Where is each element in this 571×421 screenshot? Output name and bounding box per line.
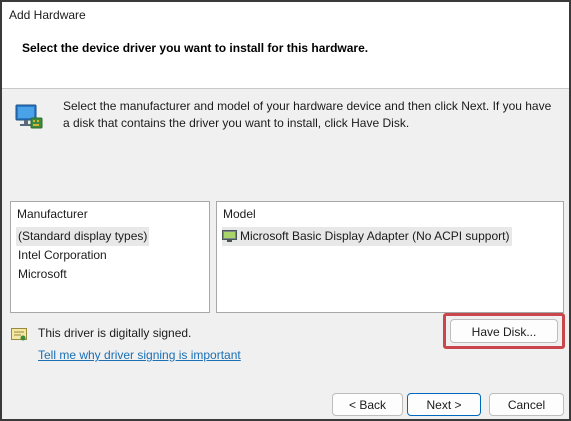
manufacturer-items: (Standard display types) Intel Corporati…: [16, 227, 150, 284]
instruction-text: Select the manufacturer and model of you…: [63, 99, 552, 130]
manufacturer-header: Manufacturer: [17, 207, 88, 221]
have-disk-button[interactable]: Have Disk...: [450, 319, 558, 343]
wizard-header: Select the device driver you want to ins…: [2, 30, 569, 89]
model-item-label: Microsoft Basic Display Adapter (No ACPI…: [240, 229, 510, 243]
signed-driver-icon: [11, 328, 27, 341]
window-title: Add Hardware: [9, 8, 86, 22]
manufacturer-item-label: Intel Corporation: [18, 248, 107, 262]
list-item[interactable]: Intel Corporation: [16, 246, 149, 265]
driver-signing-link[interactable]: Tell me why driver signing is important: [38, 348, 241, 362]
manufacturer-item-label: Microsoft: [18, 267, 67, 281]
model-listbox[interactable]: Model Microsoft Basic Display Adapter (N…: [216, 201, 564, 313]
list-item[interactable]: Microsoft Basic Display Adapter (No ACPI…: [222, 227, 513, 246]
list-item[interactable]: (Standard display types): [16, 227, 150, 246]
driver-signed-text: This driver is digitally signed.: [38, 326, 192, 340]
manufacturer-item-label: (Standard display types): [18, 229, 148, 243]
manufacturer-listbox[interactable]: Manufacturer (Standard display types) In…: [10, 201, 210, 313]
back-button[interactable]: < Back: [332, 393, 403, 416]
add-hardware-dialog: Add Hardware Select the device driver yo…: [0, 0, 571, 421]
next-button[interactable]: Next >: [407, 393, 481, 416]
hardware-monitor-icon: [15, 104, 43, 129]
cancel-button[interactable]: Cancel: [489, 393, 564, 416]
header-heading: Select the device driver you want to ins…: [22, 41, 369, 55]
model-header: Model: [223, 207, 256, 221]
title-bar: Add Hardware: [2, 2, 569, 30]
list-item[interactable]: Microsoft: [16, 265, 149, 284]
display-adapter-icon: [222, 230, 237, 243]
